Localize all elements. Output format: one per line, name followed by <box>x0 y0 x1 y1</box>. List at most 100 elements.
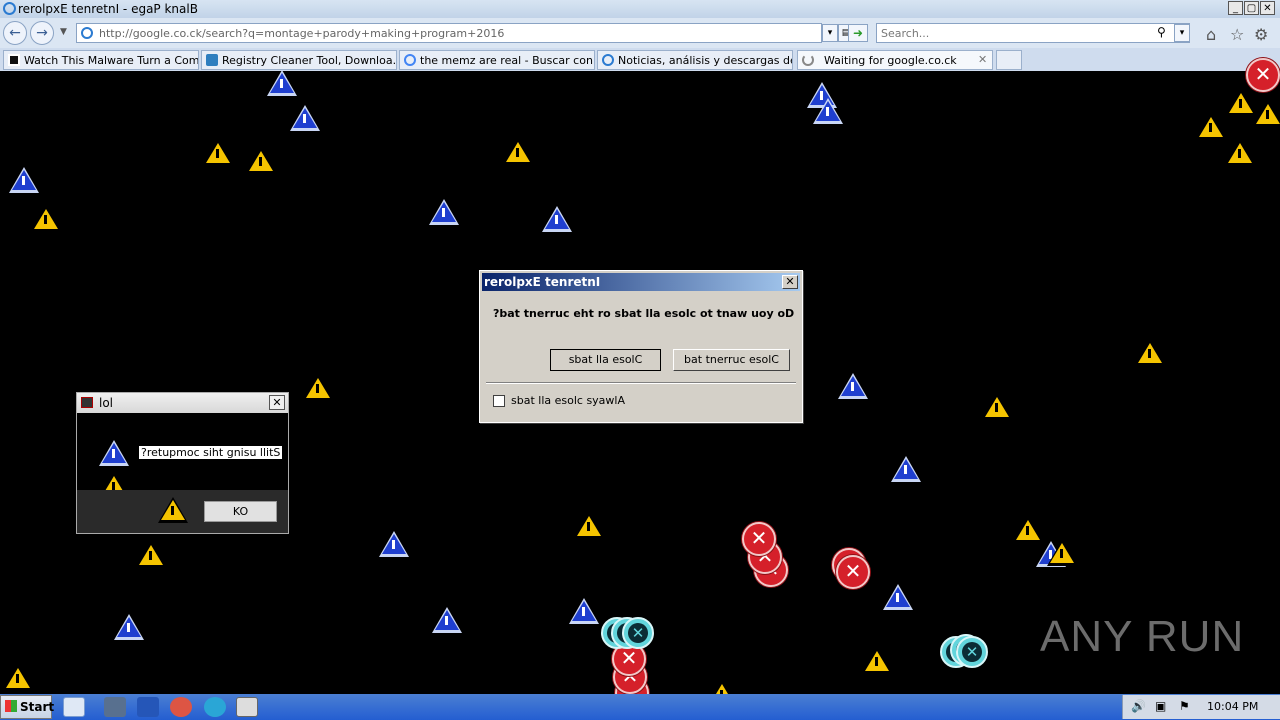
minimize-button[interactable]: _ <box>1228 1 1243 15</box>
warning-icon <box>31 206 61 232</box>
warning-icon <box>982 394 1012 420</box>
info-icon <box>290 105 320 131</box>
warning-icon <box>246 148 276 174</box>
ie-taskbar-icon[interactable] <box>63 697 85 717</box>
tab-4[interactable]: Noticias, análisis y descargas de... <box>597 50 793 70</box>
favorites-star-icon[interactable]: ☆ <box>1230 25 1244 44</box>
info-icon <box>267 70 297 96</box>
info-icon <box>813 98 843 124</box>
taskbar <box>0 694 1280 720</box>
media-player-taskbar-icon[interactable] <box>137 697 159 717</box>
cyan-close-icon: ✕ <box>622 617 654 649</box>
warning-icon <box>136 542 166 568</box>
warning-icon <box>862 648 892 674</box>
window-title-bar: rerolpxE tenretnI - egaP knalB _ ▢ ✕ <box>0 0 1280 18</box>
network-icon[interactable]: ▣ <box>1155 699 1166 713</box>
close-current-tab-button[interactable]: bat tnerruc esolC <box>673 349 790 371</box>
info-icon <box>99 440 129 466</box>
ok-button[interactable]: KO <box>204 501 277 522</box>
close-tab-icon[interactable]: ✕ <box>978 53 987 66</box>
address-text: http://google.co.ck/search?q=montage+par… <box>99 27 505 40</box>
info-icon <box>9 167 39 193</box>
start-button[interactable]: Start <box>0 695 55 719</box>
close-all-tabs-button[interactable]: sbat lla esolC <box>550 349 661 371</box>
anyrun-watermark: ANY RUN <box>1040 612 1245 661</box>
lol-title: lol <box>99 396 114 410</box>
ie-page-icon <box>602 54 614 66</box>
new-tab-button[interactable] <box>996 50 1022 70</box>
forward-button[interactable]: → <box>30 21 54 45</box>
google-icon <box>404 54 416 66</box>
tab-label: Waiting for google.co.ck <box>824 54 957 67</box>
warning-icon <box>1196 114 1226 140</box>
info-icon <box>432 607 462 633</box>
tab-5-active[interactable]: Waiting for google.co.ck ✕ <box>797 50 993 70</box>
recent-pages-icon[interactable]: ▼ <box>60 27 67 37</box>
warning-icon <box>1047 540 1077 566</box>
volume-icon[interactable]: 🔊 <box>1131 699 1146 713</box>
tools-gear-icon[interactable]: ⚙ <box>1254 25 1268 44</box>
address-bar[interactable]: http://google.co.ck/search?q=montage+par… <box>76 23 822 43</box>
maximize-button[interactable]: ▢ <box>1244 1 1259 15</box>
page-icon <box>81 27 93 39</box>
error-icon: ✕ <box>742 522 776 556</box>
video-icon <box>8 54 20 66</box>
clock[interactable]: 10:04 PM <box>1207 700 1258 713</box>
dialog-divider <box>486 382 796 384</box>
tab-3[interactable]: the memz are real - Buscar con ... <box>399 50 595 70</box>
tab-label: the memz are real - Buscar con ... <box>420 54 595 67</box>
back-button[interactable]: ← <box>3 21 27 45</box>
ie-logo-icon <box>3 2 16 15</box>
start-label: Start <box>20 700 55 714</box>
info-icon <box>838 373 868 399</box>
warning-icon <box>503 139 533 165</box>
warning-icon <box>574 513 604 539</box>
info-icon <box>891 456 921 482</box>
window-title: rerolpxE tenretnI - egaP knalB <box>18 2 198 16</box>
lol-close-button[interactable]: ✕ <box>269 395 285 410</box>
lol-button-area: KO <box>77 490 288 533</box>
always-close-checkbox[interactable] <box>493 395 505 407</box>
error-icon: ✕ <box>836 555 870 589</box>
system-tray: 🔊 ▣ ⚑ 10:04 PM <box>1122 695 1280 719</box>
warning-icon <box>158 497 188 523</box>
address-dropdown-button[interactable]: ▾ <box>822 24 838 42</box>
search-box[interactable]: Search... ⚲ <box>876 23 1190 43</box>
app-icon <box>81 397 93 408</box>
dialog-message: ?bat tnerruc eht ro sbat lla esolc ot tn… <box>493 307 795 320</box>
info-icon <box>429 199 459 225</box>
warning-icon <box>1225 140 1255 166</box>
tab-2[interactable]: Registry Cleaner Tool, Downloa... <box>201 50 397 70</box>
warning-icon <box>1226 90 1256 116</box>
home-icon[interactable]: ⌂ <box>1206 25 1216 44</box>
search-placeholder: Search... <box>881 27 930 40</box>
app-taskbar-icon[interactable] <box>204 697 226 717</box>
lol-message-window: lol ✕ ?retupmoc siht gnisu llitS KO <box>76 392 289 534</box>
info-icon <box>569 598 599 624</box>
loading-spinner-icon <box>802 54 814 66</box>
error-icon: ✕ <box>1246 58 1280 92</box>
go-arrow-icon[interactable]: ➜ <box>848 24 868 42</box>
tab-1[interactable]: Watch This Malware Turn a Com... <box>3 50 199 70</box>
warning-icon <box>203 140 233 166</box>
info-icon <box>114 614 144 640</box>
dialog-title: rerolpxE tenretnI <box>484 275 601 289</box>
close-window-button[interactable]: ✕ <box>1260 1 1275 15</box>
warning-icon <box>1135 340 1165 366</box>
search-dropdown-button[interactable]: ▾ <box>1174 24 1190 42</box>
dialog-close-button[interactable]: ✕ <box>782 275 798 289</box>
flag-icon[interactable]: ⚑ <box>1179 699 1190 713</box>
tab-label: Watch This Malware Turn a Com... <box>24 54 199 67</box>
warning-icon <box>3 665 33 691</box>
dialog-title-bar: rerolpxE tenretnI ✕ <box>482 273 800 291</box>
lol-message: ?retupmoc siht gnisu llitS <box>139 446 283 459</box>
search-icon[interactable]: ⚲ <box>1157 25 1166 39</box>
info-icon <box>883 584 913 610</box>
info-icon <box>379 531 409 557</box>
warning-icon <box>1253 101 1280 127</box>
chrome-taskbar-icon[interactable] <box>170 697 192 717</box>
close-tabs-dialog: rerolpxE tenretnI ✕ ?bat tnerruc eht ro … <box>479 270 803 423</box>
always-close-label: sbat lla esolc syawlA <box>511 394 626 407</box>
calculator-taskbar-icon[interactable] <box>236 697 258 717</box>
explorer-taskbar-icon[interactable] <box>104 697 126 717</box>
